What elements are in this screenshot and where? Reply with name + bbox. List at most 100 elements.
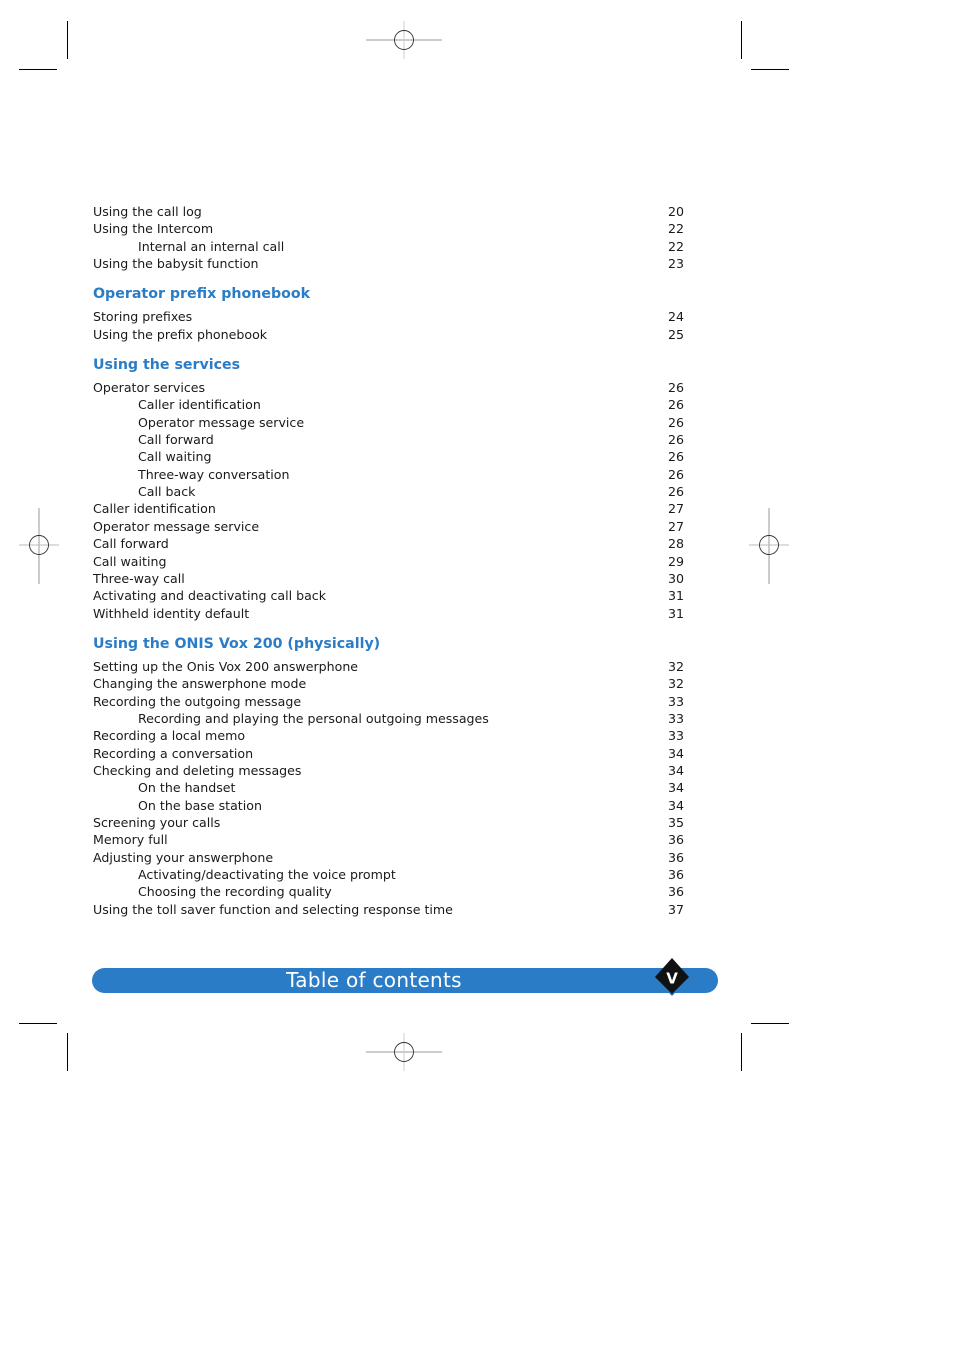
toc-entry-label: Recording and playing the personal outgo… — [138, 710, 489, 726]
toc-entry[interactable]: Using the prefix phonebook 25 — [93, 326, 685, 343]
toc-entry-page-number: 33 — [667, 710, 684, 726]
crop-mark-bottom-left-vertical — [67, 1033, 68, 1071]
section-banner: Table of contents — [92, 968, 718, 993]
crop-mark-bottom-left-horizontal — [19, 1023, 57, 1024]
toc-entry-page-number: 26 — [667, 432, 684, 448]
crop-mark-bottom-right-horizontal — [751, 1023, 789, 1024]
toc-entry-label: Call waiting — [138, 449, 212, 465]
toc-subentry[interactable]: Internal an internal call 22 — [93, 238, 685, 255]
toc-entry[interactable]: Checking and deleting messages 34 — [93, 762, 685, 779]
crop-mark-top-right-vertical — [741, 21, 742, 59]
toc-entry-page-number: 34 — [667, 780, 684, 796]
crop-mark-top-right-horizontal — [751, 69, 789, 70]
toc-entry[interactable]: Adjusting your answerphone 36 — [93, 849, 685, 866]
table-of-contents: Using the call log 20 Using the Intercom 22… — [93, 203, 685, 918]
toc-entry-page-number: 25 — [667, 326, 684, 342]
toc-entry-label: Using the toll saver function and select… — [93, 901, 453, 917]
toc-subentry[interactable]: On the handset 34 — [93, 779, 685, 796]
toc-entry-label: Withheld identity default — [93, 605, 250, 621]
toc-subentry[interactable]: Caller identification 26 — [93, 396, 685, 413]
toc-entry-label: Memory full — [93, 832, 168, 848]
toc-entry-page-number: 34 — [667, 745, 684, 761]
toc-entry-label: Changing the answerphone mode — [93, 676, 307, 692]
toc-entry-page-number: 26 — [667, 380, 684, 396]
toc-entry[interactable]: Using the babysit function 23 — [93, 255, 685, 272]
toc-entry[interactable]: Caller identification 27 — [93, 500, 685, 517]
toc-entry-page-number: 36 — [667, 849, 684, 865]
toc-subentry[interactable]: Recording and playing the personal outgo… — [93, 710, 685, 727]
crop-mark-bottom-right-vertical — [741, 1033, 742, 1071]
toc-entry-label: Call forward — [138, 432, 214, 448]
toc-entry[interactable]: Recording the outgoing message 33 — [93, 693, 685, 710]
toc-entry-label: Caller identification — [93, 501, 216, 517]
toc-section-heading[interactable]: Operator prefix phonebook — [93, 284, 685, 304]
toc-entry-page-number: 26 — [667, 397, 684, 413]
toc-subentry[interactable]: Activating/deactivating the voice prompt… — [93, 866, 685, 883]
toc-subentry[interactable]: Choosing the recording quality 36 — [93, 883, 685, 900]
toc-entry[interactable]: Screening your calls 35 — [93, 814, 685, 831]
toc-entry-label: Activating/deactivating the voice prompt — [138, 867, 396, 882]
toc-entry-page-number: 34 — [667, 797, 684, 813]
toc-entry-label: Operator message service — [93, 518, 260, 534]
toc-entry[interactable]: Call waiting 29 — [93, 553, 685, 570]
toc-entry-label: Choosing the recording quality — [138, 884, 332, 900]
toc-entry-page-number: 32 — [667, 676, 684, 692]
toc-entry-page-number: 31 — [667, 605, 684, 621]
toc-entry[interactable]: Recording a local memo 33 — [93, 727, 685, 744]
registration-mark-left-icon — [19, 508, 59, 584]
toc-entry-label: Recording a local memo — [93, 728, 246, 744]
toc-entry-page-number: 32 — [667, 658, 684, 674]
toc-entry[interactable]: Memory full 36 — [93, 831, 685, 848]
toc-section: Using the ONIS Vox 200 (physically) Setti… — [93, 622, 685, 918]
toc-subentry[interactable]: On the base station 34 — [93, 797, 685, 814]
toc-entry[interactable]: Using the call log 20 — [93, 203, 685, 220]
toc-entry-page-number: 37 — [667, 901, 684, 917]
toc-entry-page-number: 26 — [667, 484, 684, 500]
toc-subentry[interactable]: Operator message service 26 — [93, 414, 685, 431]
toc-entry[interactable]: Recording a conversation 34 — [93, 745, 685, 762]
toc-entry-label: Using the prefix phonebook — [93, 326, 268, 342]
toc-entry-label: Operator services — [93, 380, 206, 396]
toc-entry[interactable]: Withheld identity default 31 — [93, 605, 685, 622]
toc-subentry[interactable]: Three-way conversation 26 — [93, 466, 685, 483]
toc-subentry[interactable]: Call waiting 26 — [93, 448, 685, 465]
toc-entry[interactable]: Call forward 28 — [93, 535, 685, 552]
crop-mark-top-left-horizontal — [19, 69, 57, 70]
toc-entry-page-number: 36 — [667, 867, 684, 882]
page-marker-label: V — [666, 970, 678, 988]
toc-entry[interactable]: Storing prefixes 24 — [93, 308, 685, 325]
toc-entry-page-number: 24 — [667, 309, 684, 325]
toc-entry[interactable]: Operator message service 27 — [93, 518, 685, 535]
toc-entry-page-number: 29 — [667, 553, 684, 569]
toc-entry-label: Activating and deactivating call back — [93, 588, 327, 604]
toc-entry-label: Using the babysit function — [93, 256, 259, 272]
toc-entry[interactable]: Operator services 26 — [93, 379, 685, 396]
toc-entry-page-number: 36 — [667, 884, 684, 900]
toc-entry-page-number: 30 — [667, 570, 684, 586]
toc-entry-label: Using the call log — [93, 204, 202, 219]
toc-entry-page-number: 23 — [667, 256, 684, 272]
toc-entry-label: Call waiting — [93, 553, 167, 569]
toc-intro-group: Using the call log 20 Using the Intercom 22… — [93, 203, 685, 272]
toc-entry-page-number: 26 — [667, 449, 684, 465]
toc-entry[interactable]: Activating and deactivating call back 31 — [93, 587, 685, 604]
registration-mark-right-icon — [749, 508, 789, 584]
toc-subentry[interactable]: Call forward 26 — [93, 431, 685, 448]
toc-entry-label: Call back — [138, 484, 196, 500]
toc-entry[interactable]: Using the toll saver function and select… — [93, 901, 685, 918]
toc-entry-label: On the base station — [138, 797, 262, 813]
toc-entry-label: Three-way call — [93, 570, 185, 586]
toc-subentry[interactable]: Call back 26 — [93, 483, 685, 500]
toc-entry[interactable]: Changing the answerphone mode 32 — [93, 675, 685, 692]
banner-title: Table of contents — [286, 968, 462, 992]
toc-entry[interactable]: Setting up the Onis Vox 200 answerphone 3… — [93, 658, 685, 675]
registration-mark-bottom-icon — [366, 1033, 442, 1071]
toc-section-heading[interactable]: Using the ONIS Vox 200 (physically) — [93, 634, 685, 654]
toc-entry-label: On the handset — [138, 780, 236, 796]
toc-entry-label: Three-way conversation — [138, 466, 290, 482]
toc-entry[interactable]: Using the Intercom 22 — [93, 220, 685, 237]
toc-entry-page-number: 35 — [667, 814, 684, 830]
toc-entry[interactable]: Three-way call 30 — [93, 570, 685, 587]
page-marker-diamond-icon: V — [654, 958, 690, 996]
toc-section-heading[interactable]: Using the services — [93, 355, 685, 375]
